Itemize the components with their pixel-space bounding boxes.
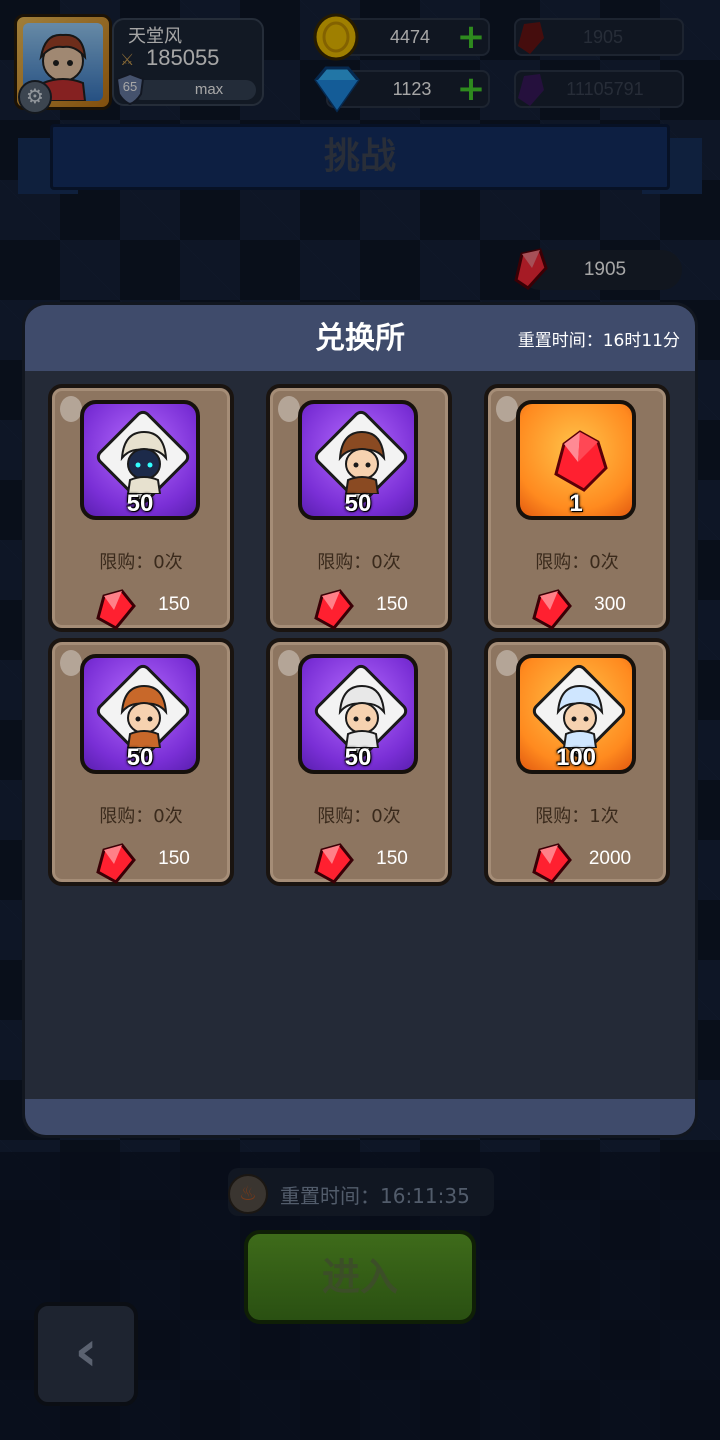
shop-item-card[interactable]: 50 限购：0次 150	[48, 638, 234, 886]
item-quantity: 50	[344, 490, 372, 517]
item-price: 300	[594, 594, 626, 615]
shop-item-card[interactable]: 50 限购：0次 150	[266, 638, 452, 886]
item-quantity: 50	[344, 744, 372, 771]
card-shine	[60, 396, 82, 422]
card-shine	[60, 650, 82, 676]
item-price: 150	[158, 594, 190, 615]
flame-icon: ♨	[228, 1174, 268, 1214]
item-price: 150	[158, 848, 190, 869]
red-crystal-price-icon	[96, 843, 136, 884]
item-quantity: 50	[126, 744, 154, 771]
card-shine	[496, 650, 518, 676]
red-crystal-price-icon	[96, 589, 136, 630]
red-crystal-price-icon	[314, 843, 354, 884]
reset-timer-text: 重置时间：16:11:35	[280, 1184, 470, 1208]
shop-item-card[interactable]: 100 限购：1次 2000	[484, 638, 670, 886]
purchase-limit: 限购：0次	[99, 552, 183, 573]
back-arrow-icon[interactable]: ‹	[34, 1302, 138, 1406]
item-price: 150	[376, 594, 408, 615]
red-crystal-price-icon	[532, 589, 572, 630]
enter-button-label: 进入	[321, 1255, 398, 1299]
red-crystal-price-icon	[314, 589, 354, 630]
item-price: 150	[376, 848, 408, 869]
purchase-limit: 限购：0次	[317, 806, 401, 827]
shop-reset-time: 重置时间：16时11分	[517, 331, 680, 351]
card-shine	[278, 396, 300, 422]
item-quantity: 1	[569, 490, 583, 517]
purchase-limit: 限购：0次	[99, 806, 183, 827]
shop-item-card[interactable]: 1 限购：0次 300	[484, 384, 670, 632]
item-quantity: 50	[126, 490, 154, 517]
purchase-limit: 限购：0次	[317, 552, 401, 573]
card-shine	[278, 650, 300, 676]
item-quantity: 100	[555, 744, 597, 771]
purchase-limit: 限购：0次	[535, 552, 619, 573]
panel-footer	[25, 1099, 695, 1135]
purchase-limit: 限购：1次	[535, 806, 619, 827]
shop-item-card[interactable]: 50 限购：0次 150	[48, 384, 234, 632]
shop-item-card[interactable]: 50 限购：0次 150	[266, 384, 452, 632]
red-crystal-price-icon	[532, 843, 572, 884]
card-shine	[496, 396, 518, 422]
item-price: 2000	[588, 848, 632, 869]
